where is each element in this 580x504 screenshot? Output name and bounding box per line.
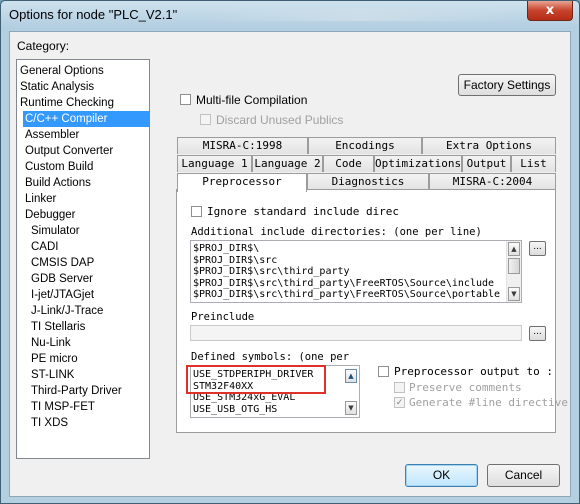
tab-language-2[interactable]: Language 2 xyxy=(252,155,323,172)
category-label: Category: xyxy=(17,39,70,53)
cancel-button[interactable]: Cancel xyxy=(487,464,560,487)
preprocessor-output-label: Preprocessor output to : xyxy=(394,365,553,378)
preinclude-input[interactable] xyxy=(190,325,522,341)
title-bar[interactable]: Options for node "PLC_V2.1" x xyxy=(1,1,579,29)
category-item[interactable]: General Options xyxy=(18,63,106,79)
tab-preprocessor[interactable]: Preprocessor xyxy=(177,173,307,192)
checkmark-icon: ✓ xyxy=(395,398,404,408)
multi-file-compilation-checkbox[interactable] xyxy=(180,94,191,105)
defined-symbols-label: Defined symbols: (one per xyxy=(191,351,350,363)
scroll-up-icon[interactable]: ▲ xyxy=(508,242,520,256)
category-item[interactable]: ST-LINK xyxy=(29,367,76,383)
include-dirs-textarea[interactable]: $PROJ_DIR$\ $PROJ_DIR$\src $PROJ_DIR$\src\… xyxy=(190,240,522,303)
ignore-std-include-checkbox[interactable] xyxy=(191,206,202,217)
include-dir-line: $PROJ_DIR$\src xyxy=(193,254,278,266)
preinclude-browse-button[interactable]: ... xyxy=(529,326,546,341)
include-dir-line: $PROJ_DIR$\src\third_party xyxy=(193,266,350,278)
generate-line-label: Generate #line directive xyxy=(409,396,568,409)
discard-unused-publics-checkbox[interactable] xyxy=(200,114,211,125)
ok-button[interactable]: OK xyxy=(405,464,478,487)
include-dirs-label: Additional include directories: (one per… xyxy=(191,226,482,238)
category-item[interactable]: C/C++ Compiler xyxy=(23,111,149,127)
tab-list[interactable]: List xyxy=(511,155,556,172)
category-item[interactable]: TI Stellaris xyxy=(29,319,87,335)
category-item[interactable]: Assembler xyxy=(23,127,81,143)
ignore-std-include-label: Ignore standard include direc xyxy=(207,205,400,218)
category-item[interactable]: Custom Build xyxy=(23,159,95,175)
close-button[interactable]: x xyxy=(527,1,573,21)
close-icon: x xyxy=(545,3,555,18)
factory-settings-button[interactable]: Factory Settings xyxy=(458,74,556,96)
tab-optimizations[interactable]: Optimizations xyxy=(374,155,462,172)
category-item[interactable]: Linker xyxy=(23,191,58,207)
category-item[interactable]: I-jet/JTAGjet xyxy=(29,287,96,303)
scroll-thumb[interactable] xyxy=(508,258,520,274)
category-item[interactable]: Build Actions xyxy=(23,175,93,191)
category-item[interactable]: CADI xyxy=(29,239,60,255)
category-item[interactable]: Simulator xyxy=(29,223,82,239)
tab-misra-c-2004[interactable]: MISRA-C:2004 xyxy=(429,173,556,190)
category-item[interactable]: GDB Server xyxy=(29,271,95,287)
category-item[interactable]: J-Link/J-Trace xyxy=(29,303,105,319)
generate-line-checkbox[interactable]: ✓ xyxy=(394,397,405,408)
preserve-comments-checkbox[interactable] xyxy=(394,382,405,393)
scroll-down-icon[interactable]: ▼ xyxy=(508,287,520,301)
preserve-comments-label: Preserve comments xyxy=(409,381,522,394)
scroll-up-icon[interactable]: ▲ xyxy=(345,369,357,383)
include-dir-line: $PROJ_DIR$\src\third_party\FreeRTOS\Sour… xyxy=(193,277,495,289)
scroll-down-icon[interactable]: ▼ xyxy=(345,401,357,415)
multi-file-compilation-label: Multi-file Compilation xyxy=(196,93,308,107)
tab-encodings[interactable]: Encodings xyxy=(308,137,422,154)
tab-extra-options[interactable]: Extra Options xyxy=(422,137,556,154)
include-dirs-scrollbar[interactable]: ▲ ▼ xyxy=(506,241,521,302)
tab-code[interactable]: Code xyxy=(323,155,374,172)
defined-symbols-scrollbar[interactable]: ▲ ▼ xyxy=(344,366,359,417)
category-item[interactable]: PE micro xyxy=(29,351,80,367)
category-item[interactable]: Third-Party Driver xyxy=(29,383,124,399)
category-item[interactable]: TI XDS xyxy=(29,415,70,431)
tab-diagnostics[interactable]: Diagnostics xyxy=(307,173,429,190)
options-dialog: Options for node "PLC_V2.1" x Category: … xyxy=(0,0,580,504)
title-bar-blur xyxy=(211,7,511,21)
category-item[interactable]: Nu-Link xyxy=(29,335,73,351)
include-dir-line: $PROJ_DIR$\src\third_party\FreeRTOS\Sour… xyxy=(193,289,501,301)
highlight-annotation xyxy=(186,365,326,394)
defined-symbol-line: USE_USB_OTG_HS xyxy=(193,403,278,415)
category-item[interactable]: CMSIS DAP xyxy=(29,255,96,271)
tab-misra-c-1998[interactable]: MISRA-C:1998 xyxy=(177,137,308,154)
category-item[interactable]: Runtime Checking xyxy=(18,95,116,111)
preprocessor-output-checkbox[interactable] xyxy=(378,366,389,377)
tab-language-1[interactable]: Language 1 xyxy=(177,155,252,172)
category-list[interactable]: General Options Static Analysis Runtime Ch… xyxy=(16,59,150,459)
category-item[interactable]: Debugger xyxy=(23,207,78,223)
include-dir-line: $PROJ_DIR$\ xyxy=(193,243,260,254)
discard-unused-publics-label: Discard Unused Publics xyxy=(216,113,344,127)
include-dirs-browse-button[interactable]: ... xyxy=(529,241,546,256)
window-title: Options for node "PLC_V2.1" xyxy=(9,7,178,22)
category-item[interactable]: TI MSP-FET xyxy=(29,399,97,415)
category-item[interactable]: Static Analysis xyxy=(18,79,96,95)
preinclude-label: Preinclude xyxy=(191,311,255,323)
category-item[interactable]: Output Converter xyxy=(23,143,115,159)
tab-output[interactable]: Output xyxy=(462,155,511,172)
